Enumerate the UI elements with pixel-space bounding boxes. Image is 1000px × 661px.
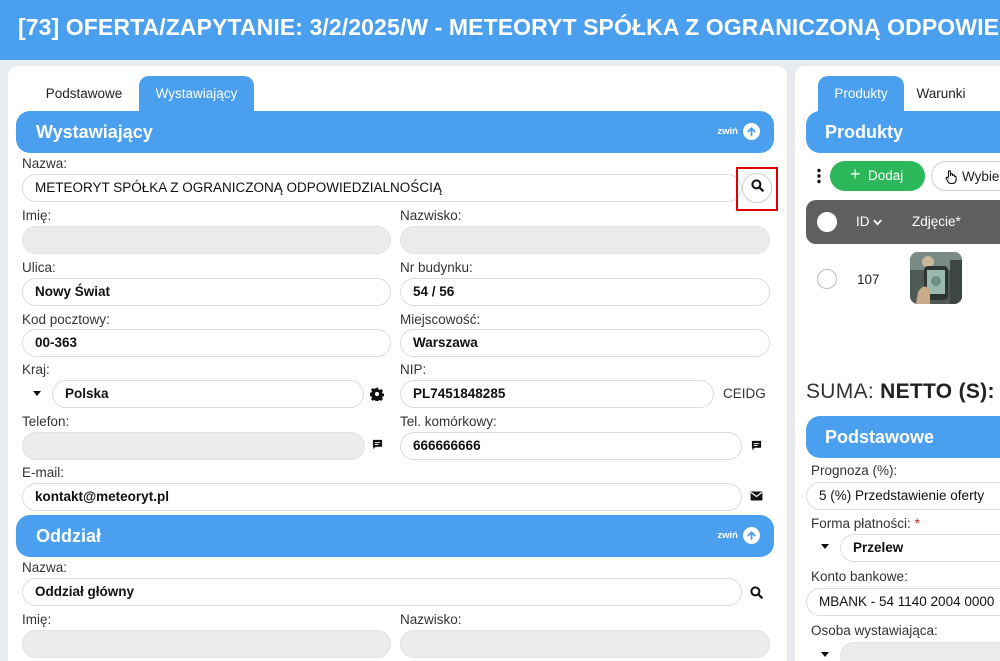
select-product-label: Wybie (962, 169, 1000, 184)
collapse-label: zwiń (717, 530, 738, 541)
gear-icon[interactable] (368, 385, 386, 403)
products-table-header: ID Zdjęcie* (806, 200, 1000, 244)
email-label: E-mail: (22, 465, 65, 480)
page-title: [73] OFERTA/ZAPYTANIE: 3/2/2025/W - METE… (18, 14, 1000, 40)
mobile-phone-label: Tel. komórkowy: (400, 414, 497, 429)
ceidg-button[interactable]: CEIDG (723, 386, 766, 401)
issuer-person-caret-icon[interactable] (821, 652, 829, 657)
issuer-name-field[interactable]: METEORYT SPÓŁKA Z OGRANICZONĄ ODPOWIEDZI… (22, 174, 742, 202)
postal-code-field[interactable]: 00-363 (22, 329, 391, 357)
country-label: Kraj: (22, 362, 50, 377)
bank-account-select[interactable]: MBANK - 54 1140 2004 0000 (806, 588, 1000, 616)
issuer-last-name-field[interactable] (400, 226, 770, 254)
payment-method-select[interactable]: Przelew (840, 534, 1000, 562)
tab-produkty[interactable]: Produkty (818, 76, 904, 112)
phone-field[interactable] (22, 432, 365, 460)
mobile-phone-field[interactable]: 666666666 (400, 432, 742, 460)
street-field[interactable]: Nowy Świat (22, 278, 391, 306)
phone-label: Telefon: (22, 414, 70, 429)
street-label: Ulica: (22, 260, 56, 275)
envelope-icon[interactable] (748, 489, 764, 503)
bank-account-label: Konto bankowe: (811, 569, 908, 584)
tab-warunki[interactable]: Warunki (907, 76, 975, 112)
branch-last-name-label: Nazwisko: (400, 612, 462, 627)
collapse-branch-button[interactable]: zwiń (717, 527, 760, 544)
issuer-search-button[interactable] (742, 173, 772, 203)
sms-icon[interactable] (370, 437, 384, 451)
issuer-panel: Podstawowe Wystawiający Wystawiający zwi… (8, 66, 787, 661)
branch-section-header: Oddział zwiń (16, 515, 774, 557)
select-product-button[interactable]: Wybie (931, 161, 1000, 191)
building-number-field[interactable]: 54 / 56 (400, 278, 770, 306)
building-number-label: Nr budynku: (400, 260, 473, 275)
summary-total: SUMA: NETTO (S): (806, 380, 995, 404)
issuer-person-label: Osoba wystawiająca: (811, 623, 938, 638)
forecast-label: Prognoza (%): (811, 463, 898, 478)
issuer-name-label: Nazwa: (22, 156, 68, 171)
chevron-down-icon[interactable] (873, 215, 882, 230)
branch-first-name-label: Imię: (22, 612, 52, 627)
sms-mobile-icon[interactable] (749, 438, 763, 452)
payment-method-label-text: Forma płatności: (811, 516, 911, 531)
product-thumbnail[interactable] (910, 252, 962, 304)
branch-section-title: Oddział (36, 526, 102, 546)
add-product-button[interactable]: + Dodaj (830, 161, 925, 191)
issuer-first-name-field[interactable] (22, 226, 391, 254)
row-select-radio[interactable] (817, 269, 837, 289)
city-field[interactable]: Warszawa (400, 329, 770, 357)
payment-method-label: Forma płatności: * (811, 516, 920, 531)
branch-search-icon[interactable] (748, 584, 764, 600)
tab-wystawiajacy[interactable]: Wystawiający (139, 76, 254, 112)
country-dropdown-caret-icon[interactable] (33, 391, 41, 396)
add-product-label: Dodaj (868, 168, 904, 183)
postal-code-label: Kod pocztowy: (22, 312, 110, 327)
basic-section-title: Podstawowe (825, 427, 935, 447)
branch-name-field[interactable]: Oddział główny (22, 578, 742, 606)
arrow-up-icon (743, 123, 760, 140)
branch-name-label: Nazwa: (22, 560, 68, 575)
branch-last-name-field[interactable] (400, 630, 770, 658)
row-id-cell: 107 (857, 272, 880, 287)
arrow-up-icon (743, 527, 760, 544)
forecast-select[interactable]: 5 (%) Przedstawienie oferty (806, 482, 1000, 510)
branch-first-name-field[interactable] (22, 630, 391, 658)
issuer-section-title: Wystawiający (36, 122, 153, 142)
issuer-person-select[interactable] (840, 642, 1000, 661)
column-id-header[interactable]: ID (856, 214, 870, 229)
email-field[interactable]: kontakt@meteoryt.pl (22, 483, 742, 511)
title-bar: [73] OFERTA/ZAPYTANIE: 3/2/2025/W - METE… (0, 0, 1000, 60)
country-select[interactable]: Polska (52, 380, 364, 408)
summary-net-label: NETTO (S): (880, 380, 995, 403)
select-all-checkbox[interactable] (817, 212, 837, 232)
city-label: Miejscowość: (400, 312, 481, 327)
tab-podstawowe[interactable]: Podstawowe (30, 76, 138, 112)
products-section-title: Produkty (825, 122, 904, 142)
summary-prefix: SUMA: (806, 380, 875, 403)
issuer-section-header: Wystawiający zwiń (16, 111, 774, 153)
products-section-header: Produkty (806, 111, 1000, 153)
hand-pointer-icon (944, 169, 958, 185)
nip-label: NIP: (400, 362, 427, 377)
search-icon (750, 179, 764, 197)
basic-section-header: Podstawowe (806, 416, 1000, 458)
plus-icon: + (850, 164, 861, 184)
issuer-first-name-label: Imię: (22, 208, 52, 223)
payment-dropdown-caret-icon[interactable] (821, 544, 829, 549)
collapse-label: zwiń (717, 126, 738, 137)
nip-field[interactable]: PL7451848285 (400, 380, 714, 408)
kebab-menu-icon[interactable] (815, 166, 823, 186)
products-panel: Produkty Warunki Produkty + Dodaj Wybie … (795, 66, 1000, 661)
collapse-issuer-button[interactable]: zwiń (717, 123, 760, 140)
column-photo-header: Zdjęcie* (912, 214, 961, 229)
required-mark: * (914, 516, 920, 531)
issuer-last-name-label: Nazwisko: (400, 208, 462, 223)
